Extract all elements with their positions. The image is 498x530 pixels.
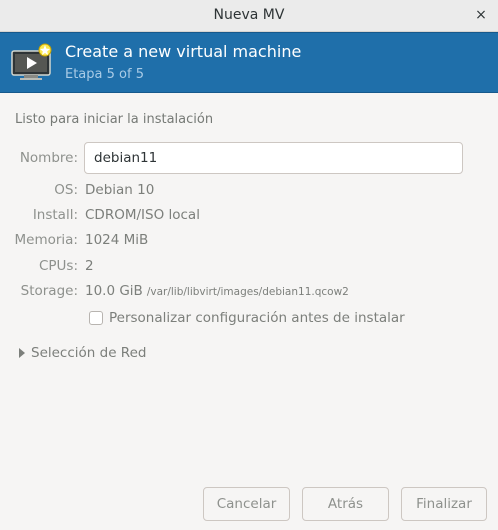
expander-arrow-icon[interactable] [19,348,25,358]
cancel-button[interactable]: Cancelar [203,487,290,521]
os-value: Debian 10 [85,182,155,198]
header-title: Create a new virtual machine [65,42,302,61]
storage-path: /var/lib/libvirt/images/debian11.qcow2 [146,286,349,298]
install-label: Install: [32,207,78,223]
memory-label: Memoria: [14,232,79,248]
window-title: Nueva MV [213,7,285,23]
storage-value: 10.0 GiB/var/lib/libvirt/images/debian11… [85,283,349,299]
storage-label: Storage: [20,283,78,299]
cpus-label: CPUs: [38,258,78,274]
name-input[interactable] [84,142,463,174]
os-label: OS: [54,182,78,198]
close-button[interactable]: × [472,6,490,24]
memory-value: 1024 MiB [85,232,149,248]
monitor-play-new-icon [11,43,52,80]
name-label: Nombre: [19,150,78,166]
customize-label[interactable]: Personalizar configuración antes de inst… [109,310,405,326]
cpus-value: 2 [85,258,94,274]
titlebar: Nueva MV × [0,0,498,32]
back-button[interactable]: Atrás [302,487,389,521]
wizard-header: Create a new virtual machine Etapa 5 of … [0,32,498,93]
network-label[interactable]: Selección de Red [31,345,146,361]
finish-button[interactable]: Finalizar [401,487,487,521]
storage-size: 10.0 GiB [85,283,143,299]
section-title: Listo para iniciar la instalación [15,112,214,127]
step-indicator: Etapa 5 of 5 [65,67,144,82]
customize-option[interactable]: Personalizar configuración antes de inst… [89,309,405,327]
new-vm-dialog: Nueva MV × Create a new virtual machine … [0,0,498,530]
network-expander[interactable]: Selección de Red [19,345,146,361]
customize-checkbox[interactable] [89,311,103,325]
install-value: CDROM/ISO local [85,207,200,223]
